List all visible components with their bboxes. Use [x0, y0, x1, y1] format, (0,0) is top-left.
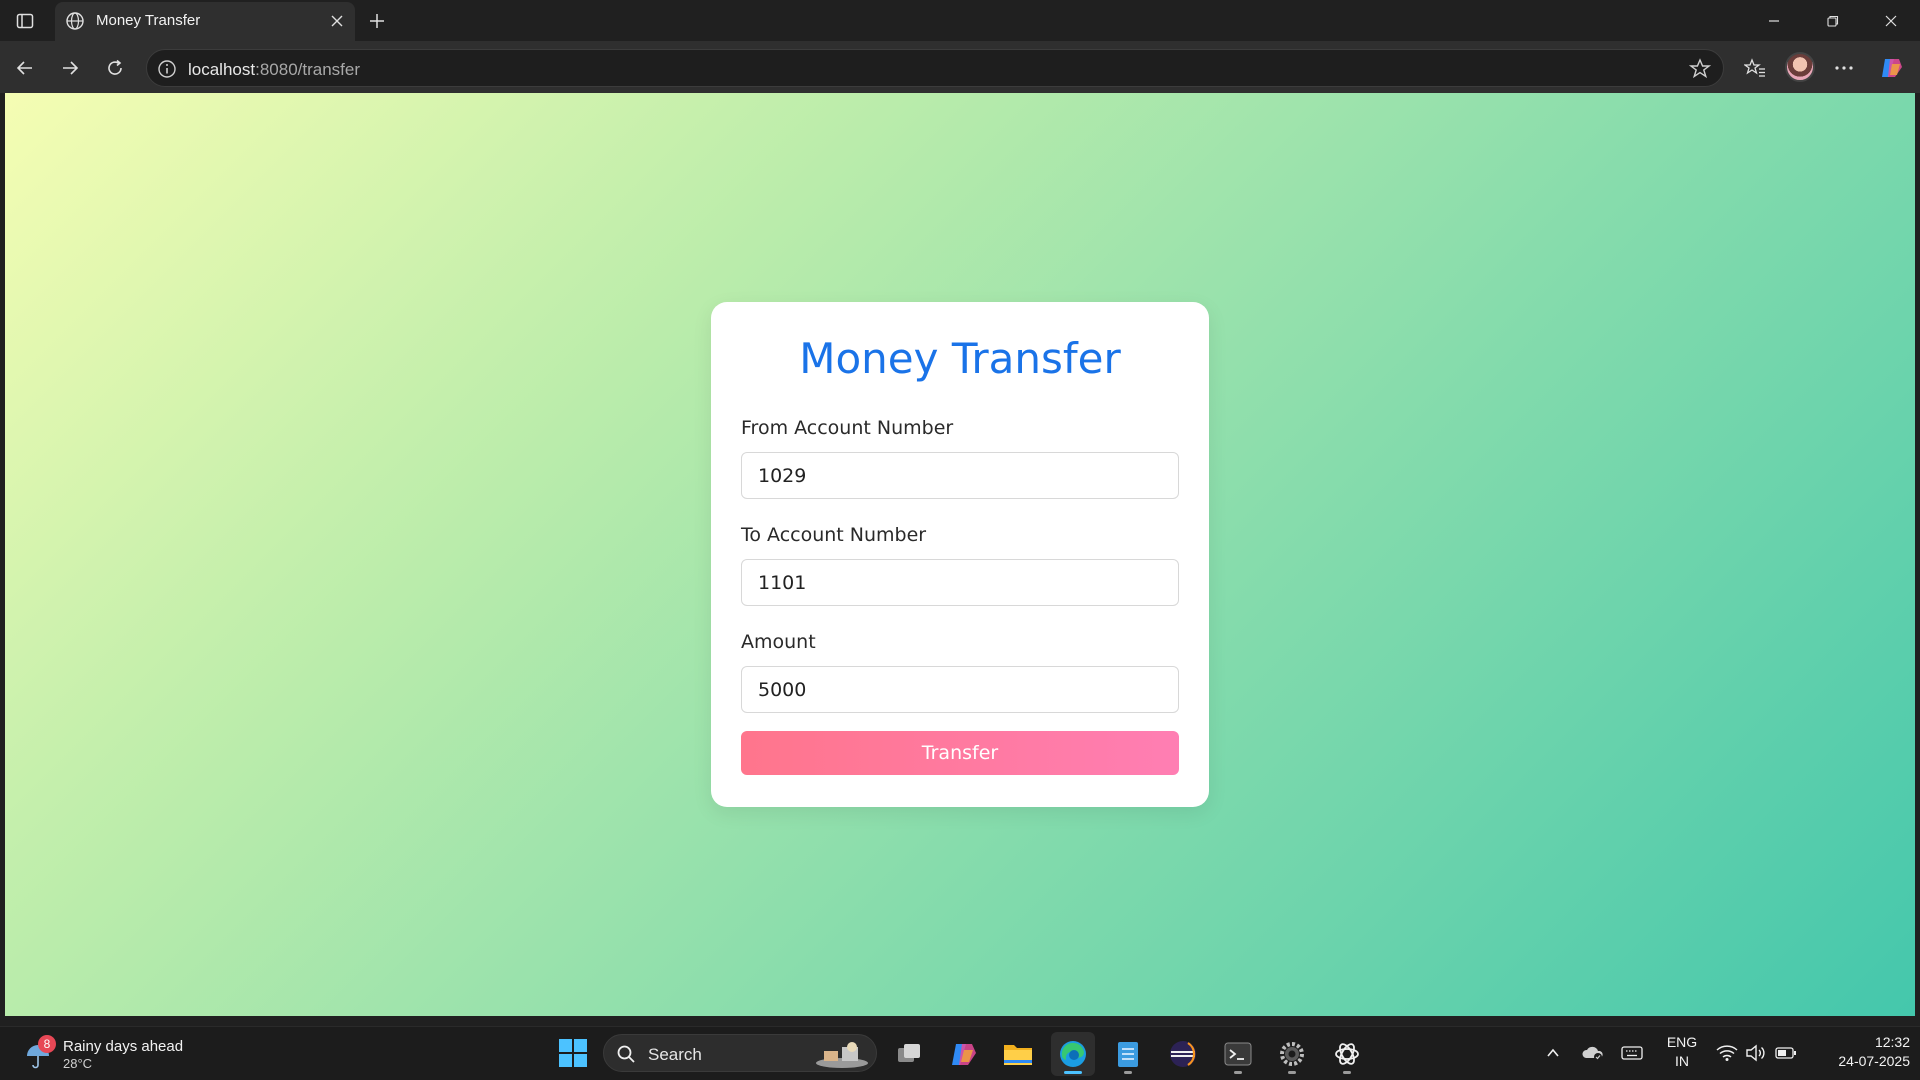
favorites-icon[interactable]	[1740, 53, 1770, 83]
language-indicator[interactable]: ENG IN	[1664, 1033, 1700, 1071]
tab-actions-icon[interactable]	[12, 8, 38, 34]
taskbar-app-settings[interactable]	[1270, 1032, 1314, 1076]
to-account-input[interactable]	[741, 559, 1179, 606]
tab-title: Money Transfer	[96, 12, 201, 29]
profile-avatar[interactable]	[1785, 52, 1815, 82]
from-account-label: From Account Number	[741, 417, 954, 439]
address-bar[interactable]: localhost:8080/transfer	[146, 49, 1724, 87]
taskbar-app-chatgpt[interactable]	[1325, 1032, 1369, 1076]
search-label: Search	[648, 1045, 702, 1064]
copilot-icon[interactable]	[1877, 53, 1907, 83]
amount-label: Amount	[741, 631, 816, 653]
transfer-card: Money Transfer From Account Number To Ac…	[711, 302, 1209, 807]
minimize-icon[interactable]	[1754, 6, 1794, 36]
system-clock[interactable]: 12:32 24-07-2025	[1810, 1033, 1910, 1071]
globe-icon	[66, 12, 84, 30]
close-window-icon[interactable]	[1871, 6, 1911, 36]
search-icon	[617, 1045, 635, 1063]
taskbar: 8 Rainy days ahead 28°C Search ENG IN 12…	[0, 1026, 1920, 1080]
taskbar-app-task-view[interactable]	[887, 1032, 931, 1076]
restore-icon[interactable]	[1813, 6, 1853, 36]
close-tab-icon[interactable]	[327, 11, 347, 31]
taskbar-search[interactable]: Search	[603, 1034, 877, 1072]
taskbar-app-copilot[interactable]	[942, 1032, 986, 1076]
weather-widget[interactable]: 8 Rainy days ahead 28°C	[20, 1032, 200, 1076]
weather-text: Rainy days ahead	[63, 1038, 184, 1055]
favorite-star-icon[interactable]	[1689, 58, 1711, 80]
amount-input[interactable]	[741, 666, 1179, 713]
volume-icon[interactable]	[1744, 1041, 1768, 1065]
keyboard-icon[interactable]	[1620, 1041, 1644, 1065]
wifi-icon[interactable]	[1715, 1041, 1739, 1065]
page-viewport: Money Transfer From Account Number To Ac…	[5, 93, 1915, 1016]
forward-arrow-icon[interactable]	[55, 53, 85, 83]
to-account-label: To Account Number	[741, 524, 927, 546]
taskbar-app-edge[interactable]	[1051, 1032, 1095, 1076]
new-tab-icon[interactable]	[364, 8, 390, 34]
page-title: Money Transfer	[799, 334, 1121, 383]
search-highlight-icon	[816, 1042, 868, 1068]
taskbar-app-terminal[interactable]	[1216, 1032, 1260, 1076]
taskbar-app-eclipse[interactable]	[1161, 1032, 1205, 1076]
transfer-button[interactable]: Transfer	[741, 731, 1179, 775]
active-tab[interactable]: Money Transfer	[55, 2, 355, 41]
taskbar-app-file-explorer[interactable]	[996, 1032, 1040, 1076]
site-info-icon[interactable]	[157, 59, 177, 79]
weather-temp: 28°C	[63, 1056, 93, 1071]
chevron-up-icon[interactable]	[1541, 1041, 1565, 1065]
battery-icon[interactable]	[1774, 1041, 1798, 1065]
onedrive-icon[interactable]	[1581, 1041, 1605, 1065]
weather-badge: 8	[38, 1035, 56, 1053]
url-text[interactable]: localhost:8080/transfer	[188, 60, 360, 80]
back-arrow-icon[interactable]	[10, 53, 40, 83]
windows-start-icon[interactable]	[555, 1035, 591, 1071]
browser-toolbar: localhost:8080/transfer	[0, 41, 1920, 93]
browser-tab-bar: Money Transfer	[0, 0, 1920, 41]
taskbar-app-notepad[interactable]	[1106, 1032, 1150, 1076]
refresh-icon[interactable]	[100, 53, 130, 83]
from-account-input[interactable]	[741, 452, 1179, 499]
more-options-icon[interactable]	[1829, 53, 1859, 83]
